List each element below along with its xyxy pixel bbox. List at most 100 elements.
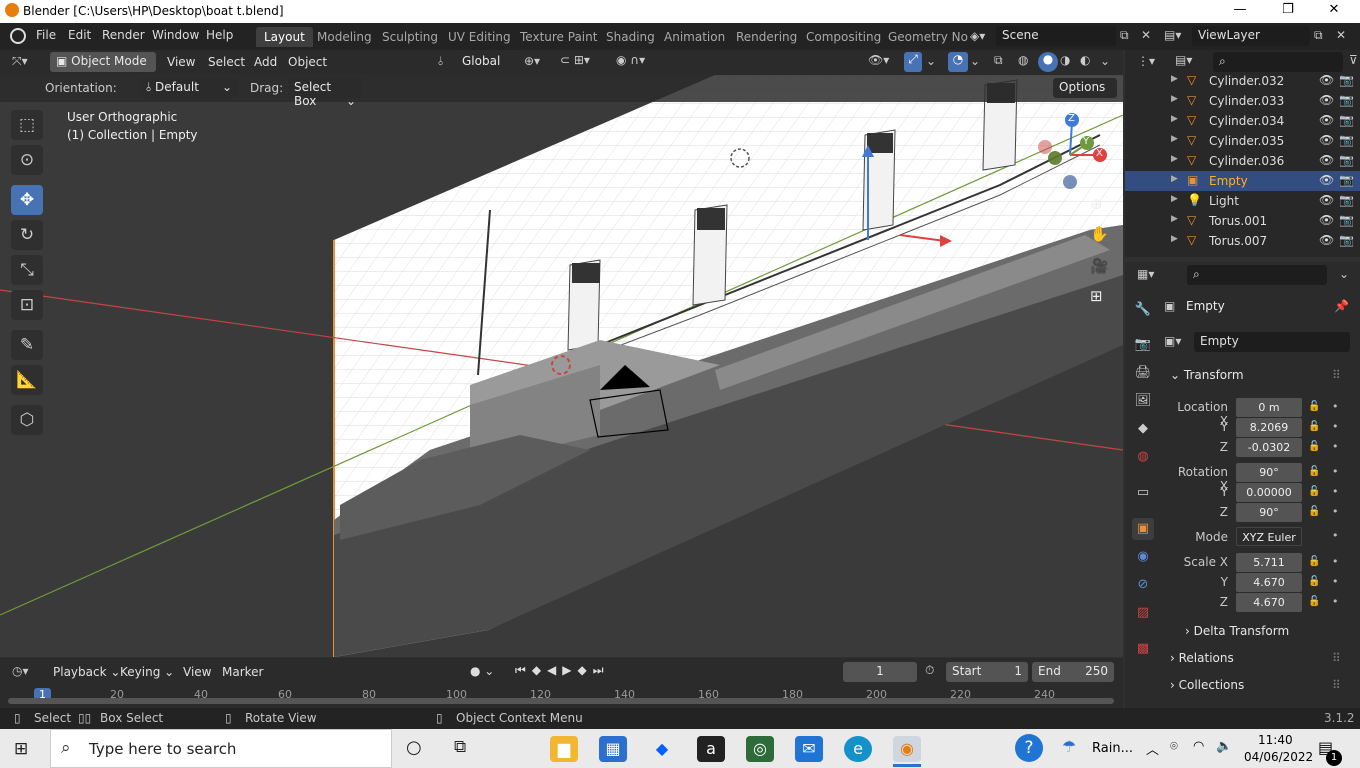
microsoft-store-icon[interactable]: ▦ [599,736,627,762]
expand-arrow-icon[interactable]: ▶ [1171,234,1178,244]
visibility-eye-icon[interactable]: 👁 [1319,193,1334,207]
keyframe-dot-icon[interactable]: • [1332,420,1339,433]
object-name-field[interactable]: Empty [1194,332,1350,352]
keyframe-dot-icon[interactable]: • [1332,485,1339,498]
expand-arrow-icon[interactable]: ▶ [1171,194,1178,204]
tab-geometry-nodes[interactable]: Geometry No [880,27,976,47]
jump-start-icon[interactable]: ⏮ [515,663,532,677]
play-reverse-icon[interactable]: ◀ [547,663,562,677]
windows-start-icon[interactable]: ⊞ [14,739,28,759]
outliner-row[interactable]: ▶ ▽ Torus.007 👁 📷 [1125,231,1360,251]
render-camera-icon[interactable]: 📷 [1339,93,1354,107]
scene-field[interactable]: Scene [996,26,1116,46]
xray-icon[interactable]: ⧉ [994,53,1003,68]
next-keyframe-icon[interactable]: ◆ [578,663,593,677]
scale-tool-icon[interactable]: ⤡ [11,255,43,285]
keyframe-dot-icon[interactable]: • [1332,529,1339,542]
visibility-eye-icon[interactable]: 👁 [1319,73,1334,87]
properties-search-input[interactable]: ⌕ [1187,265,1327,285]
visibility-eye-icon[interactable]: 👁 [1319,153,1334,167]
minimize-button[interactable]: — [1220,2,1260,17]
tab-shading[interactable]: Shading [598,27,663,47]
data-tab-icon[interactable]: ▨ [1132,602,1154,624]
expand-arrow-icon[interactable]: ▶ [1171,94,1178,104]
menu-help[interactable]: Help [206,28,233,42]
collection-tab-icon[interactable]: ▭ [1132,482,1154,504]
world-tab-icon[interactable]: ◍ [1132,446,1154,468]
scale-z-field[interactable]: 4.670 [1236,593,1302,612]
render-camera-icon[interactable]: 📷 [1339,233,1354,247]
clock-date[interactable]: 04/06/2022 [1244,750,1313,764]
clock-time[interactable]: 11:40 [1258,733,1293,747]
tab-rendering[interactable]: Rendering [728,27,805,47]
mail-icon[interactable]: ✉ [795,736,823,762]
filter-icon[interactable]: ⊽ [1349,53,1358,67]
outliner-row[interactable]: ▶ ▽ Cylinder.033 👁 📷 [1125,91,1360,111]
proportional-edit-icon[interactable]: ◉ ∩▾ [616,53,645,67]
current-frame-field[interactable]: 1 [843,662,917,682]
add-cube-tool-icon[interactable]: ⬡ [11,405,43,435]
keyframe-dot-icon[interactable]: • [1332,595,1339,608]
rotation-x-field[interactable]: 90° [1236,463,1302,482]
scene-icon[interactable]: ◈▾ [970,29,985,43]
wireframe-shading-icon[interactable]: ◍ [1018,53,1028,67]
visibility-eye-icon[interactable]: 👁 [1319,113,1334,127]
start-frame-field[interactable]: Start 1 [946,662,1028,682]
collections-header[interactable]: › Collections [1170,678,1244,692]
blender-taskbar-icon[interactable]: ◉ [893,736,921,762]
select-box-tool-icon[interactable]: ⬚ [11,110,43,140]
jump-end-icon[interactable]: ⏭ [593,663,610,677]
timeline-menu-playback[interactable]: Playback ⌄ [53,665,120,679]
pivot-icon[interactable]: ⊕▾ [524,54,540,68]
zoom-icon[interactable]: ⊕ [1090,195,1103,213]
measure-tool-icon[interactable]: 📐 [11,365,43,395]
lock-icon[interactable]: 🔓 [1308,556,1320,567]
viewport-menu-select[interactable]: Select [208,55,245,69]
mode-dropdown[interactable]: ▣ Object Mode⌄ [50,52,156,82]
edge-icon[interactable]: e [844,736,872,762]
drag-dropdown[interactable]: Select Box ⌄ [288,78,362,108]
gizmo-dropdown-icon[interactable]: ⌄ [926,54,936,68]
snap-icon[interactable]: ⊂ ⊞▾ [560,53,590,67]
new-scene-icon[interactable]: ⧉ [1120,28,1129,43]
move-tool-icon[interactable]: ✥ [11,185,43,215]
timeline-editor-icon[interactable]: ◷▾ [12,664,29,678]
tab-modeling[interactable]: Modeling [309,27,380,47]
delete-viewlayer-icon[interactable]: ✕ [1336,28,1346,42]
annotate-tool-icon[interactable]: ✎ [11,330,43,360]
render-camera-icon[interactable]: 📷 [1339,153,1354,167]
keyframe-dot-icon[interactable]: • [1332,465,1339,478]
overlay-toggle-icon[interactable]: ◔ [948,52,968,72]
scene-tab-icon[interactable]: ◆ [1132,418,1154,440]
cortana-icon[interactable]: ○ [406,737,422,758]
viewlayer-field[interactable]: ViewLayer [1192,26,1310,46]
task-view-icon[interactable]: ⧉ [454,737,466,757]
keyframe-dot-icon[interactable]: • [1332,575,1339,588]
viewport-menu-object[interactable]: Object [288,55,327,69]
render-camera-icon[interactable]: 📷 [1339,73,1354,87]
outliner-row[interactable]: ▶ ▽ Cylinder.035 👁 📷 [1125,131,1360,151]
tab-compositing[interactable]: Compositing [798,27,889,47]
drag-handle-icon[interactable]: ⠿ [1332,678,1341,692]
viewlayer-icon[interactable]: ▤▾ [1164,28,1181,42]
render-tab-icon[interactable]: 📷 [1132,334,1154,356]
toggle-perspective-icon[interactable]: ⊞ [1090,287,1103,305]
rendered-shading-icon[interactable]: ◐ [1080,53,1090,67]
tool-tab-icon[interactable]: 🔧 [1132,299,1154,321]
timeline-menu-keying[interactable]: Keying ⌄ [120,665,174,679]
object-tab-icon[interactable]: ▣ [1132,518,1154,540]
weather-text[interactable]: Rain... [1092,741,1133,756]
tab-sculpting[interactable]: Sculpting [374,27,446,47]
location-y-field[interactable]: 8.2069 [1236,418,1302,437]
play-icon[interactable]: ▶ [562,663,577,677]
output-tab-icon[interactable]: 🖨 [1132,362,1154,384]
outliner-row[interactable]: ▶ ▽ Cylinder.036 👁 📷 [1125,151,1360,171]
menu-edit[interactable]: Edit [68,28,91,42]
tripadvisor-icon[interactable]: ◎ [746,736,774,762]
lock-icon[interactable]: 🔓 [1308,441,1320,452]
cursor-tool-icon[interactable]: ⊙ [11,145,43,175]
drag-handle-icon[interactable]: ⠿ [1332,368,1341,382]
options-dropdown[interactable]: Options ⌄ [1053,78,1117,108]
expand-arrow-icon[interactable]: ▶ [1171,174,1178,184]
keyframe-dot-icon[interactable]: • [1332,440,1339,453]
